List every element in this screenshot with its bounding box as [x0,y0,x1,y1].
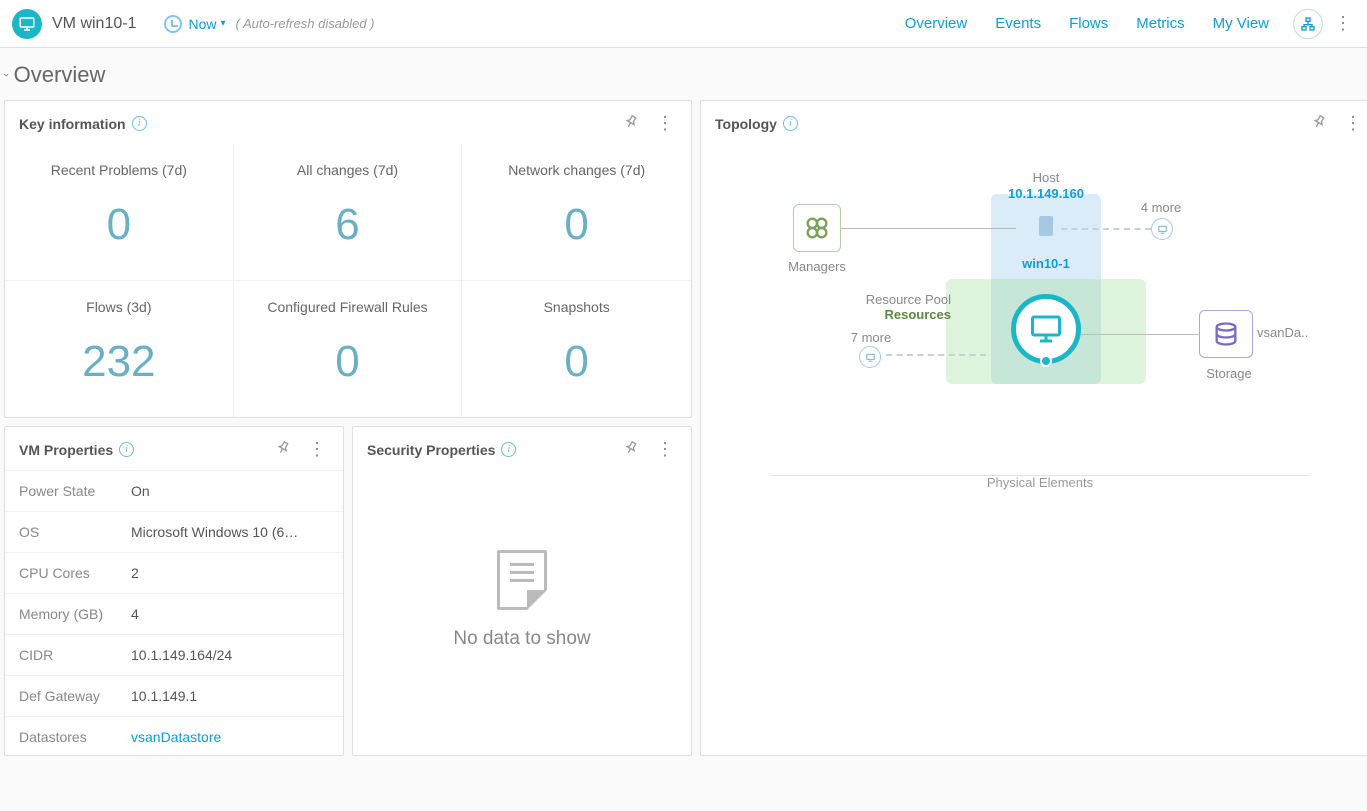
host-icon[interactable] [1039,216,1053,236]
vm-status-dot [1040,355,1052,367]
auto-refresh-status: ( Auto-refresh disabled ) [236,16,375,31]
metric-all-changes[interactable]: All changes (7d) 6 [234,144,463,280]
topology-nav-icon[interactable] [1293,9,1323,39]
pin-icon[interactable] [623,440,639,459]
table-row: DatastoresvsanDatastore [5,716,343,756]
chevron-down-icon: ▾ [221,18,226,29]
metric-network-changes[interactable]: Network changes (7d) 0 [462,144,691,280]
card-kebab-icon[interactable]: ⋮ [1341,113,1365,134]
metric-flows[interactable]: Flows (3d) 232 [5,280,234,417]
host-ip[interactable]: 10.1.149.160 [991,186,1101,201]
storage-name[interactable]: vsanDa.. [1257,325,1317,340]
storage-label: Storage [1199,366,1259,381]
table-row: CIDR10.1.149.164/24 [5,634,343,675]
topology-canvas[interactable]: Managers Host 10.1.149.160 4 more win10-… [701,144,1367,524]
resource-pool-label: Resource Pool [851,292,951,307]
metric-firewall-rules[interactable]: Configured Firewall Rules 0 [234,280,463,417]
empty-text: No data to show [453,628,590,650]
chevron-down-icon: › [0,73,12,77]
vm-node[interactable] [1011,294,1081,364]
topo-edge-dashed [886,354,986,356]
nav-events[interactable]: Events [981,15,1055,32]
vm-badge-icon [12,9,42,39]
vm-properties-card: VM Properties i ⋮ Power StateOn OSMicros… [4,426,344,756]
card-kebab-icon[interactable]: ⋮ [653,113,677,134]
physical-elements-label: Physical Elements [701,475,1367,490]
storage-node[interactable] [1199,310,1253,358]
table-row: Def Gateway10.1.149.1 [5,675,343,716]
vm-node-label[interactable]: win10-1 [1001,256,1091,271]
nav-overview[interactable]: Overview [891,15,982,32]
info-icon[interactable]: i [132,116,147,131]
managers-node[interactable] [793,204,841,252]
more-left-icon[interactable] [859,346,881,368]
section-title: Overview [14,62,106,88]
card-title: Security Properties [367,442,495,458]
document-icon [497,550,547,610]
time-label: Now [188,16,216,32]
pin-icon[interactable] [623,114,639,133]
nav-flows[interactable]: Flows [1055,15,1122,32]
top-bar-kebab-icon[interactable]: ⋮ [1331,13,1355,34]
table-row: CPU Cores2 [5,552,343,593]
topology-card: Topology i ⋮ Managers [700,100,1367,756]
topo-edge [841,228,1016,229]
nav-myview[interactable]: My View [1199,15,1283,32]
table-row: Memory (GB)4 [5,593,343,634]
section-header[interactable]: › Overview [0,48,1367,100]
top-bar: VM win10-1 Now ▾ ( Auto-refresh disabled… [0,0,1367,48]
metrics-grid: Recent Problems (7d) 0 All changes (7d) … [5,144,691,417]
card-title: Topology [715,116,777,132]
pin-icon[interactable] [1311,114,1327,133]
page-title: VM win10-1 [52,15,136,33]
info-icon[interactable]: i [119,442,134,457]
host-label: Host [1001,170,1091,185]
resource-pool-name[interactable]: Resources [851,307,951,322]
card-kebab-icon[interactable]: ⋮ [653,439,677,460]
more-left-label: 7 more [841,330,901,345]
metric-snapshots[interactable]: Snapshots 0 [462,280,691,417]
time-picker[interactable]: Now ▾ [164,15,225,33]
dashboard-grid: Key information i ⋮ Recent Problems (7d)… [0,100,1367,764]
empty-state: No data to show [353,470,691,730]
nav-metrics[interactable]: Metrics [1122,15,1198,32]
more-top-label: 4 more [1131,200,1191,215]
properties-table: Power StateOn OSMicrosoft Windows 10 (6…… [5,470,343,756]
clock-icon [164,15,182,33]
info-icon[interactable]: i [783,116,798,131]
info-icon[interactable]: i [501,442,516,457]
security-properties-card: Security Properties i ⋮ No data to show [352,426,692,756]
card-title: Key information [19,116,126,132]
more-top-icon[interactable] [1151,218,1173,240]
card-title: VM Properties [19,442,113,458]
key-info-card: Key information i ⋮ Recent Problems (7d)… [4,100,692,418]
managers-label: Managers [777,259,857,274]
metric-recent-problems[interactable]: Recent Problems (7d) 0 [5,144,234,280]
pin-icon[interactable] [275,440,291,459]
topo-edge-dashed [1061,228,1151,230]
table-row: OSMicrosoft Windows 10 (6… [5,511,343,552]
topo-edge [1081,334,1211,335]
card-kebab-icon[interactable]: ⋮ [305,439,329,460]
table-row: Power StateOn [5,470,343,511]
